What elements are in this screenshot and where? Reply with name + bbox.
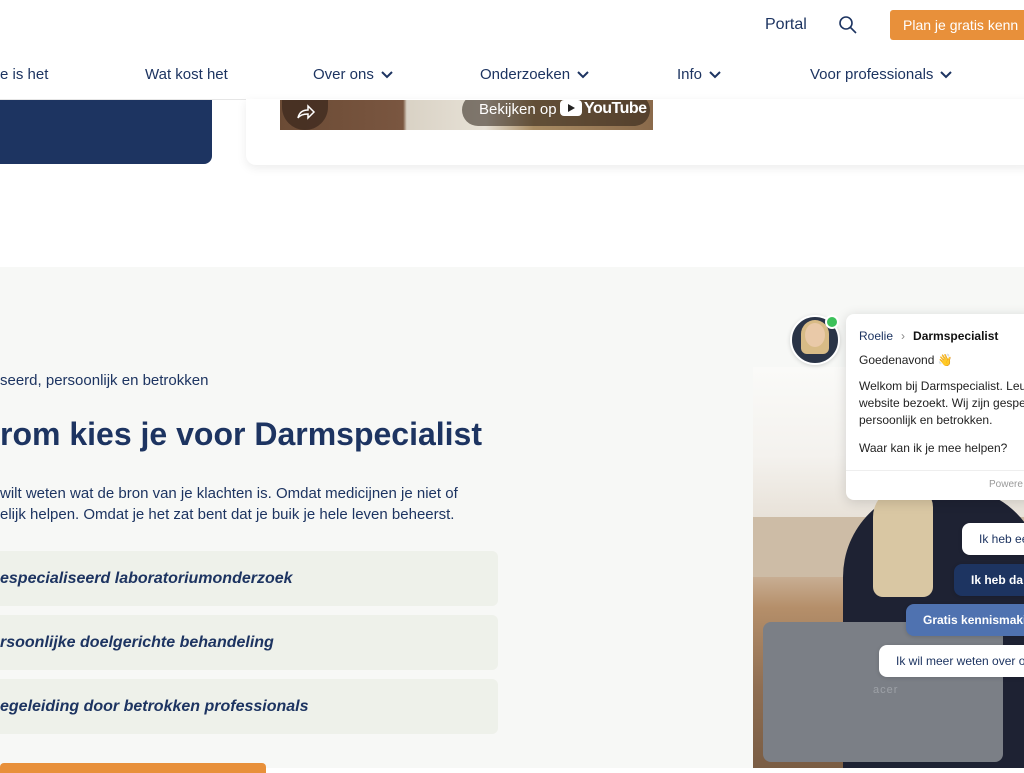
nav-item-hoe-werkt-het[interactable]: e is het bbox=[0, 66, 48, 83]
nav-item-info[interactable]: Info bbox=[677, 66, 722, 83]
main-nav: e is het Wat kost het Over ons Onderzoek… bbox=[0, 50, 1024, 100]
nav-item-over-ons[interactable]: Over ons bbox=[313, 66, 394, 83]
section-cta-button[interactable] bbox=[0, 763, 266, 773]
chevron-right-icon: › bbox=[901, 329, 906, 343]
chat-agent-name: Roelie bbox=[859, 329, 894, 343]
section-heading: rom kies je voor Darmspecialist bbox=[0, 416, 482, 452]
quick-reply-button[interactable]: Ik wil meer weten over o bbox=[879, 645, 1024, 677]
photo-laptop: acer bbox=[763, 622, 1003, 762]
nav-item-onderzoeken[interactable]: Onderzoeken bbox=[480, 66, 590, 83]
chat-header: Roelie › Darmspecialist bbox=[859, 329, 998, 343]
plan-consult-button[interactable]: Plan je gratis kenn bbox=[890, 10, 1024, 40]
feature-item: rsoonlijke doelgerichte behandeling bbox=[0, 615, 498, 670]
search-icon[interactable] bbox=[838, 15, 858, 35]
feature-item: especialiseerd laboratoriumonderzoek bbox=[0, 551, 498, 606]
chat-popup[interactable]: Roelie › Darmspecialist Goedenavond 👋 Welk… bbox=[846, 314, 1024, 500]
nav-item-voor-professionals[interactable]: Voor professionals bbox=[810, 66, 953, 83]
youtube-video-embed[interactable]: Bekijken op YouTube bbox=[280, 100, 653, 130]
nav-item-wat-kost-het[interactable]: Wat kost het bbox=[145, 66, 228, 83]
feature-item: egeleiding door betrokken professionals bbox=[0, 679, 498, 734]
chat-message: Welkom bij Darmspecialist. Leul website … bbox=[859, 379, 1024, 427]
quick-reply-button[interactable]: Ik heb ee bbox=[962, 523, 1024, 555]
youtube-play-icon bbox=[560, 100, 582, 116]
chat-powered-by: Powere bbox=[989, 479, 1023, 490]
watch-on-label: Bekijken op bbox=[479, 101, 557, 118]
chat-greeting: Goedenavond 👋 bbox=[859, 353, 953, 367]
section-eyebrow: seerd, persoonlijk en betrokken bbox=[0, 372, 209, 389]
watch-on-youtube-button[interactable]: Bekijken op YouTube bbox=[462, 100, 650, 126]
quick-reply-button[interactable]: Gratis kennismaki bbox=[906, 604, 1024, 636]
portal-link[interactable]: Portal bbox=[765, 16, 807, 34]
photo-hair bbox=[873, 487, 933, 597]
top-bar: Portal Plan je gratis kenn bbox=[0, 0, 1024, 50]
chat-company-name: Darmspecialist bbox=[913, 329, 999, 343]
chat-divider bbox=[846, 470, 1024, 471]
online-status-dot bbox=[825, 315, 839, 329]
laptop-brand: acer bbox=[873, 684, 899, 696]
chat-question: Waar kan ik je mee helpen? bbox=[859, 441, 1008, 455]
quick-reply-button[interactable]: Ik heb da bbox=[954, 564, 1024, 596]
chevron-down-icon bbox=[381, 71, 393, 79]
share-button[interactable] bbox=[282, 100, 328, 130]
chevron-down-icon bbox=[577, 71, 589, 79]
youtube-wordmark: YouTube bbox=[584, 100, 647, 117]
chevron-down-icon bbox=[940, 71, 953, 79]
share-icon bbox=[297, 104, 316, 120]
section-paragraph: wilt weten wat de bron van je klachten i… bbox=[0, 485, 458, 523]
chevron-down-icon bbox=[709, 71, 721, 79]
blue-panel bbox=[0, 100, 212, 164]
